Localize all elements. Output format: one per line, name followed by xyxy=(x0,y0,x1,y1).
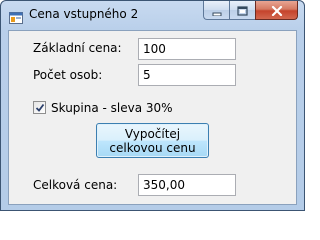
group-discount-label[interactable]: Skupina - sleva 30% xyxy=(51,101,173,115)
persons-input[interactable]: 5 xyxy=(138,64,236,86)
window-title: Cena vstupného 2 xyxy=(29,7,139,21)
persons-label: Počet osob: xyxy=(33,68,103,82)
total-price-label: Celková cena: xyxy=(33,178,118,192)
total-price-output[interactable]: 350,00 xyxy=(138,174,236,196)
calculate-total-button-label: Vypočítej celkovou cenu xyxy=(109,126,196,155)
maximize-button[interactable] xyxy=(229,1,255,20)
maximize-icon xyxy=(237,1,248,20)
base-price-input[interactable]: 100 xyxy=(138,38,236,60)
calculate-total-button[interactable]: Vypočítej celkovou cenu xyxy=(96,123,209,158)
minimize-button[interactable] xyxy=(203,1,229,20)
close-icon xyxy=(271,1,283,20)
group-discount-checkbox[interactable] xyxy=(33,101,46,114)
caption-buttons xyxy=(203,1,298,21)
form-client-area: Základní cena: 100 Počet osob: 5 Skupina… xyxy=(8,30,297,205)
form-icon xyxy=(9,9,23,24)
close-button[interactable] xyxy=(255,1,298,20)
title-bar[interactable]: Cena vstupného 2 xyxy=(1,1,304,31)
base-price-label: Základní cena: xyxy=(33,41,122,55)
checkmark-icon xyxy=(35,103,45,112)
minimize-icon xyxy=(212,1,222,20)
app-window: Cena vstupného 2 Základní cena: 100 Poče… xyxy=(0,0,305,211)
